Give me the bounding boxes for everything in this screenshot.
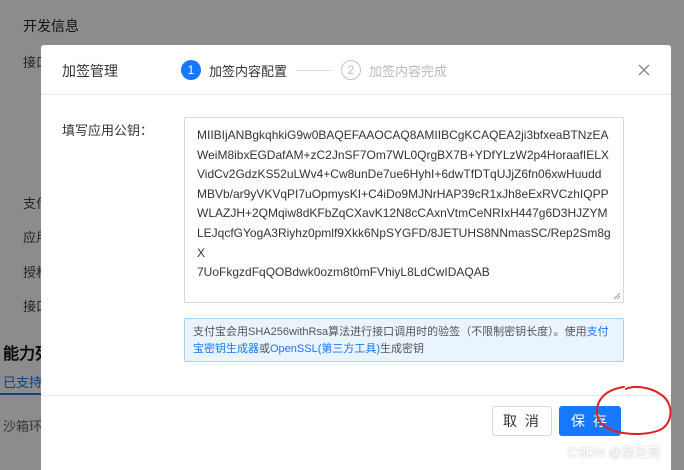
resize-grip-icon[interactable] bbox=[612, 291, 621, 300]
public-key-line: LEJqcfGYogA3Riyhz0pmlf9Xkk6NpSYGFD/8JETU… bbox=[197, 225, 611, 260]
dialog-title: 加签管理 bbox=[62, 63, 118, 79]
cancel-button[interactable]: 取 消 bbox=[492, 406, 552, 436]
public-key-textarea[interactable]: MIIBIjANBgkqhkiG9w0BAQEFAAOCAQ8AMIIBCgKC… bbox=[184, 117, 624, 303]
step-complete: 2 加签内容完成 bbox=[341, 59, 447, 81]
dialog-header: 加签管理 1 加签内容配置 2 加签内容完成 bbox=[41, 45, 671, 95]
step-1-number: 1 bbox=[181, 60, 201, 80]
public-key-line: VidCv2GdzKS52uLWv4+Cw8unDe7ue6HyhI+6dwTf… bbox=[197, 167, 602, 182]
hint-text-mid: 或 bbox=[259, 343, 270, 355]
step-2-number: 2 bbox=[341, 60, 361, 80]
public-key-line: WLAZJH+2QMqiw8dKFbZqCXavK12N8cCAxnVtmCeN… bbox=[197, 206, 608, 221]
public-key-label: 填写应用公钥： bbox=[62, 123, 154, 138]
step-connector bbox=[296, 70, 332, 71]
step-config: 1 加签内容配置 bbox=[181, 59, 287, 81]
signature-hint: 支付宝会用SHA256withRsa算法进行接口调用时的验签（不限制密钥长度）。… bbox=[184, 318, 624, 362]
step-2-label: 加签内容完成 bbox=[369, 63, 448, 79]
hint-text-after: 生成密钥 bbox=[380, 343, 425, 355]
public-key-line: WeiM8ibxEGDafAM+zC2JnSF7Om7WL0QrgBX7B+YD… bbox=[197, 147, 609, 162]
sign-management-dialog: 加签管理 1 加签内容配置 2 加签内容完成 填写应用公钥： MIIBIjANB… bbox=[41, 45, 671, 470]
public-key-value: MIIBIjANBgkqhkiG9w0BAQEFAAOCAQ8AMIIBCgKC… bbox=[197, 126, 611, 283]
public-key-line: MIIBIjANBgkqhkiG9w0BAQEFAAOCAQ8AMIIBCgKC… bbox=[197, 128, 609, 142]
step-1-label: 加签内容配置 bbox=[209, 63, 288, 79]
hint-text-before: 支付宝会用SHA256withRsa算法进行接口调用时的验签（不限制密钥长度）。… bbox=[193, 326, 587, 338]
openssl-link[interactable]: OpenSSL(第三方工具) bbox=[270, 343, 380, 355]
public-key-line: MBVb/ar9yVKVqPI7uOpmysKI+C4iDo9MJNrHAP39… bbox=[197, 186, 609, 201]
save-button[interactable]: 保 存 bbox=[559, 406, 621, 436]
public-key-line: 7UoFkgzdFqQOBdwk0ozm8t0mFVhiyL8LdCwIDAQA… bbox=[197, 265, 490, 280]
csdn-watermark: CSDN @梁云亮 bbox=[568, 445, 661, 460]
close-icon[interactable] bbox=[636, 62, 652, 78]
